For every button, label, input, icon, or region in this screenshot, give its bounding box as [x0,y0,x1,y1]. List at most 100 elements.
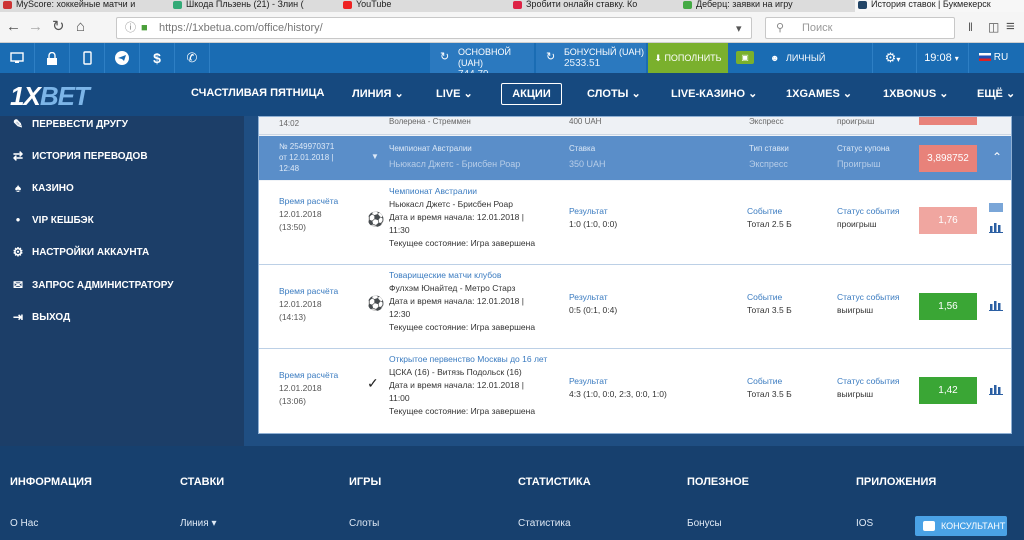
mail-icon: ✉ [12,278,24,292]
nav-item-promotions[interactable]: АКЦИИ [501,83,562,105]
tab-favicon-icon [513,1,522,9]
event-coefficient-badge: 1,76 [919,207,977,234]
caret-down-icon: ▼ [371,152,379,161]
coefficient-badge [919,117,977,125]
desktop-icon[interactable] [0,43,35,73]
settings-gear-icon[interactable]: ⚙▾ [872,43,912,73]
stats-chart-icon[interactable] [989,221,1003,233]
library-icon[interactable]: ‖ [968,19,973,35]
sidebar-icon[interactable]: ◫ [988,19,999,35]
dollar-icon[interactable]: $ [140,43,175,73]
footer-heading-statistics: СТАТИСТИКА [518,476,591,488]
dot-icon: ● [15,215,21,224]
address-bar[interactable]: ⓘ ■ https://1xbetua.com/office/history/ [116,17,752,39]
browser-tab[interactable]: MyScore: хоккейные матчи и [0,0,165,12]
phone-icon[interactable]: ✆ [175,43,210,73]
reload-icon[interactable]: ↻ [52,19,65,35]
gears-icon: ⚙ [12,245,24,259]
menu-icon[interactable]: ≡ [1006,19,1015,35]
mobile-icon[interactable] [70,43,105,73]
nav-item-slots[interactable]: СЛОТЫ ⌄ [587,87,641,100]
nav-item-lucky-friday[interactable]: СЧАСТЛИВАЯ ПЯТНИЦА [191,87,324,99]
sidebar-item-admin-request[interactable]: ✉ ЗАПРОС АДМИНИСТРАТОРУ [10,278,174,292]
back-icon[interactable]: ← [6,19,21,35]
footer-link-line[interactable]: Линия ▾ [180,518,216,529]
refresh-icon: ↻ [546,51,556,63]
browser-tab-strip: MyScore: хоккейные матчи и Шкода Пльзень… [0,0,1024,12]
lock-icon[interactable] [35,43,70,73]
time-selector[interactable]: 19:08 ▾ [916,43,966,73]
arrows-icon: ⇄ [12,149,24,163]
download-icon: ⬇ [654,53,665,63]
chevron-down-icon: ⌄ [463,88,473,100]
footer-heading-apps: ПРИЛОЖЕНИЯ [856,476,937,488]
coupon-coefficient-badge: 3,898752 [919,145,977,172]
search-icon: ⚲ [776,22,785,34]
tab-favicon-icon [173,1,182,9]
nav-item-line[interactable]: ЛИНИЯ ⌄ [352,87,404,100]
main-balance[interactable]: ↻ ОСНОВНОЙ (UAH) 744.79 [430,43,534,80]
flag-ru-icon [979,53,991,62]
soccer-ball-icon: ⚽ [367,211,385,227]
bet-event-row: Время расчёта 12.01.2018 (13:06) ✓ Открыто… [259,349,1011,433]
chevron-down-icon: ⌄ [842,88,853,100]
collapse-chevron-icon[interactable]: ⌃ [992,150,1002,164]
hockey-stick-icon: ✓ [367,375,379,391]
footer-link-ios[interactable]: IOS [856,518,873,529]
chevron-down-icon: ▾ [954,54,959,63]
search-input[interactable]: ⚲ Поиск [765,17,955,39]
personal-cabinet-button[interactable]: ☻ ЛИЧНЫЙ КАБИНЕТ [764,43,868,93]
stats-chart-icon[interactable] [989,383,1003,395]
chevron-down-icon: ⌄ [748,88,758,100]
nav-item-live[interactable]: LIVE ⌄ [436,87,473,100]
forward-icon[interactable]: → [28,19,43,35]
footer-link-slots[interactable]: Слоты [349,518,379,529]
browser-toolbar: ← → ↻ ⌂ ⓘ ■ https://1xbetua.com/office/h… [0,12,1024,43]
sidebar-item-logout[interactable]: ⇥ ВЫХОД [10,310,70,324]
nav-item-1xgames[interactable]: 1XGAMES ⌄ [786,87,852,100]
youtube-icon [343,1,352,9]
user-icon: ☻ [770,53,780,63]
chevron-down-icon: ⌄ [939,88,949,100]
footer-link-about[interactable]: О Нас [10,518,38,529]
consultant-button[interactable]: КОНСУЛЬТАНТ [915,516,1007,536]
cashier-icon[interactable]: ▣ [736,51,754,64]
sidebar-item-transfer-friend[interactable]: ✎ ПЕРЕВЕСТИ ДРУГУ [10,117,128,131]
stats-chart-icon[interactable] [989,299,1003,311]
sidebar-item-account-settings[interactable]: ⚙ НАСТРОЙКИ АККАУНТА [10,245,150,259]
nav-item-more[interactable]: ЕЩЁ ⌄ [977,87,1015,100]
nav-item-1xbonus[interactable]: 1XBONUS ⌄ [883,87,948,100]
browser-tab-active[interactable]: История ставок | Букмекерск [855,0,1024,12]
bonus-balance[interactable]: ↻ БОНУСНЫЙ (UAH) 2533.51 [536,43,646,73]
nav-item-live-casino[interactable]: LIVE-КАЗИНО ⌄ [671,87,757,100]
footer-heading-bets: СТАВКИ [180,476,225,488]
tab-favicon-icon [858,1,867,9]
browser-tab[interactable]: Деберц: заявки на игру [680,0,850,12]
logo[interactable]: 1XBET [10,81,90,112]
browser-tab[interactable]: Шкода Пльзень (21) - Злин ( [170,0,335,12]
deposit-button[interactable]: ⬇ ПОПОЛНИТЬ [648,43,728,73]
language-selector[interactable]: RU [968,43,1024,73]
telegram-icon[interactable] [105,43,140,73]
previous-coupon-row[interactable]: 14:02 Волерена - Стреммен 400 UAH Экспре… [259,117,1011,135]
cards-icon: ♠ [14,181,22,195]
footer-link-bonuses[interactable]: Бонусы [687,518,722,529]
main-nav: 1XBET СЧАСТЛИВАЯ ПЯТНИЦА ЛИНИЯ ⌄ LIVE ⌄ … [0,73,1024,116]
footer-link-statistics[interactable]: Статистика [518,518,571,529]
footer-heading-info: ИНФОРМАЦИЯ [10,476,92,488]
dropdown-icon[interactable]: ▾ [736,21,742,37]
sidebar-item-casino[interactable]: ♠ КАЗИНО [10,181,74,195]
home-icon[interactable]: ⌂ [76,19,85,35]
event-coefficient-badge: 1,56 [919,293,977,320]
browser-tab[interactable]: YouTube [340,0,505,12]
chevron-down-icon: ⌄ [631,88,641,100]
sidebar-item-vip-cashback[interactable]: ● VIP КЕШБЭК [10,215,94,226]
tv-icon[interactable] [989,203,1003,212]
browser-tab[interactable]: Зробити онлайн ставку. Ко [510,0,675,12]
footer: ИНФОРМАЦИЯ СТАВКИ ИГРЫ СТАТИСТИКА ПОЛЕЗН… [0,446,1024,540]
chat-icon [923,521,935,531]
sidebar-item-transfer-history[interactable]: ⇄ ИСТОРИЯ ПЕРЕВОДОВ [10,149,148,163]
bet-history-panel: 14:02 Волерена - Стреммен 400 UAH Экспре… [258,116,1012,434]
coupon-header[interactable]: № 2549970371 от 12.01.2018 | 12:48 ▼ Чем… [259,136,1011,180]
sidebar: ✎ ПЕРЕВЕСТИ ДРУГУ ⇄ ИСТОРИЯ ПЕРЕВОДОВ ♠ КАЗ… [0,116,244,446]
